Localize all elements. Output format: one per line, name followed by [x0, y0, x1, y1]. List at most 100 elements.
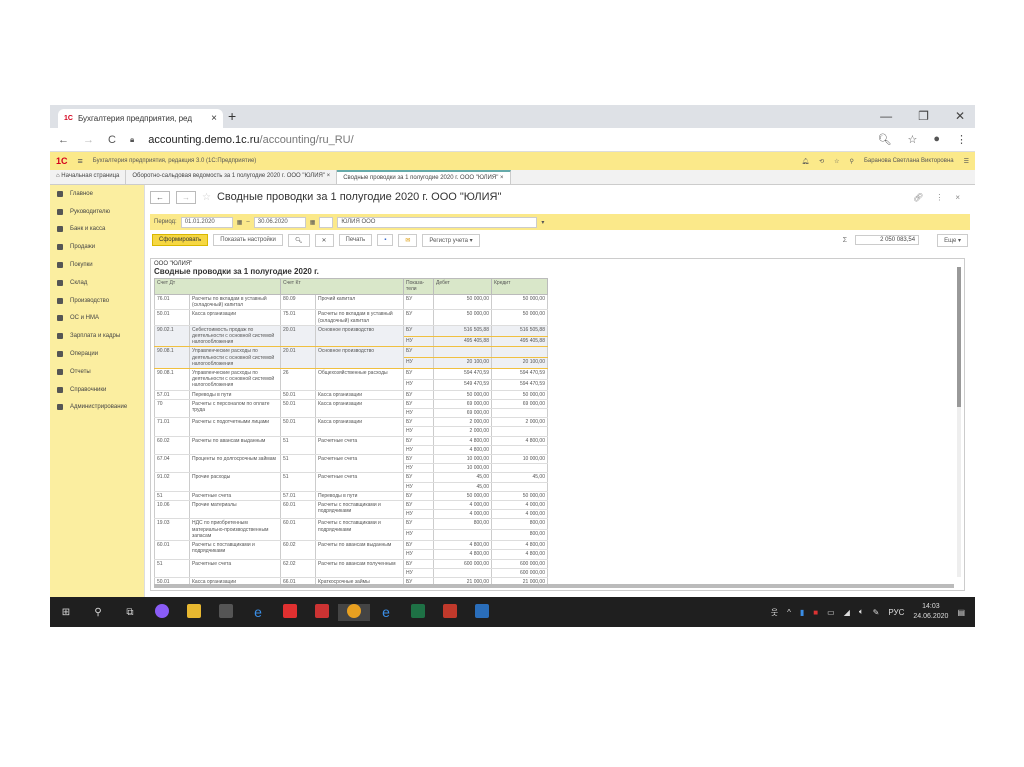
indicator-cell: НУ — [403, 379, 434, 391]
tab-svodnye-provodki[interactable]: Сводные проводки за 1 полугодие 2020 г. … — [337, 170, 511, 184]
register-dropdown[interactable]: Регистр учета ▾ — [422, 233, 480, 247]
sidebar-item[interactable]: Зарплата и кадры — [50, 327, 144, 345]
language-indicator[interactable]: РУС — [888, 608, 904, 617]
edge-icon[interactable]: e — [242, 604, 274, 620]
sidebar-item-label: Покупки — [70, 262, 93, 269]
vertical-scrollbar[interactable] — [957, 267, 961, 577]
date-from-input[interactable]: 01.01.2020 — [180, 216, 233, 228]
period-choice-button[interactable] — [319, 216, 334, 228]
sidebar-item[interactable]: ОС и НМА — [50, 310, 144, 328]
sidebar-item[interactable]: Справочники — [50, 381, 144, 399]
minimize-button[interactable]: — — [880, 109, 892, 123]
forward-icon[interactable]: → — [83, 134, 94, 146]
history-icon[interactable]: ⟲ — [819, 158, 824, 165]
hamburger-menu-icon[interactable]: ≡ — [78, 156, 83, 166]
favorites-star-icon[interactable]: ☆ — [834, 158, 839, 165]
sidebar-item[interactable]: Главное — [50, 185, 144, 203]
show-settings-button[interactable]: Показать настройки — [213, 234, 283, 246]
close-form-icon[interactable]: × — [955, 193, 960, 202]
profile-icon[interactable]: ● — [933, 133, 940, 146]
close-tab-icon[interactable]: × — [211, 113, 217, 124]
form-forward-button[interactable]: → — [176, 190, 196, 204]
bookmark-star-icon[interactable]: ☆ — [907, 133, 917, 146]
account-dt: 60.01 — [154, 540, 190, 560]
settings-menu-icon[interactable]: ☰ — [964, 158, 969, 165]
organization-input[interactable]: ЮЛИЯ ООО — [337, 216, 538, 228]
sidebar-item-label: Руководителю — [70, 208, 111, 215]
bell-icon[interactable]: 🔔︎ — [801, 158, 809, 165]
sidebar-item-label: Отчеты — [70, 368, 91, 375]
app-blue-icon[interactable] — [466, 603, 498, 621]
save-icon[interactable]: ▪ — [377, 234, 394, 246]
file-explorer-icon[interactable] — [178, 603, 210, 621]
sidebar-item[interactable]: Руководителю — [50, 203, 144, 221]
tab-osv[interactable]: Оборотно-сальдовая ведомость за 1 полуго… — [126, 170, 338, 184]
date-to-input[interactable]: 30.06.2020 — [253, 216, 306, 228]
search-icon[interactable]: ⚲ — [82, 607, 114, 618]
app-icon[interactable] — [146, 603, 178, 621]
indicator-cell: НУ — [403, 463, 434, 474]
section-icon — [57, 262, 63, 269]
task-view-icon[interactable]: ⧉ — [114, 607, 146, 618]
find-icon[interactable]: 🔍︎ — [287, 233, 310, 247]
sidebar-item[interactable]: Операции — [50, 345, 144, 363]
favorite-star-icon[interactable]: ☆ — [202, 192, 211, 203]
section-icon — [57, 226, 63, 233]
search-icon[interactable]: ⚲ — [850, 158, 854, 165]
pdf-icon[interactable] — [434, 603, 466, 621]
link-icon[interactable]: 🔗︎ — [913, 193, 923, 202]
sidebar-item[interactable]: Банк и касса — [50, 221, 144, 239]
clock[interactable]: 14:03 24.06.2020 — [913, 602, 948, 622]
ie-icon[interactable]: e — [370, 604, 402, 620]
bluetooth-icon[interactable]: ▮ — [800, 608, 804, 617]
sidebar-item[interactable]: Продажи — [50, 238, 144, 256]
chrome-icon[interactable] — [338, 603, 370, 621]
sidebar-item[interactable]: Администрирование — [50, 399, 144, 417]
sidebar-item[interactable]: Производство — [50, 292, 144, 310]
section-icon — [57, 190, 63, 197]
close-window-button[interactable]: ✕ — [955, 109, 965, 123]
calendar-icon[interactable]: ▦ — [237, 219, 243, 226]
store-icon[interactable] — [210, 603, 242, 621]
print-button[interactable]: Печать — [338, 234, 373, 246]
form-back-button[interactable]: ← — [150, 190, 170, 204]
browser-tab[interactable]: 1С Бухгалтерия предприятия, ред × — [58, 109, 223, 128]
calendar-icon[interactable]: ▦ — [310, 219, 316, 226]
dropdown-icon[interactable]: ▾ — [541, 219, 544, 226]
more-button[interactable]: Еще ▾ — [937, 233, 968, 247]
menu-kebab-icon[interactable]: ⋮ — [956, 133, 967, 146]
volume-icon[interactable]: 🔈︎ — [859, 607, 864, 617]
network-icon[interactable]: ◢ — [844, 608, 850, 617]
windows-start-icon[interactable]: ⊞ — [50, 607, 82, 618]
pen-icon[interactable]: ✎ — [873, 608, 880, 617]
zoom-icon[interactable]: 🔍︎ — [878, 133, 892, 146]
app-red-icon[interactable] — [306, 603, 338, 621]
generate-button[interactable]: Сформировать — [152, 234, 209, 246]
more-options-icon[interactable]: ⋮ — [935, 193, 943, 202]
excel-icon[interactable] — [402, 603, 434, 621]
horizontal-scrollbar[interactable] — [154, 584, 954, 588]
user-name[interactable]: Баранова Светлана Викторовна — [864, 158, 954, 164]
notifications-icon[interactable]: ▤ — [957, 608, 965, 617]
tray-chevron-icon[interactable]: ^ — [787, 608, 791, 617]
sidebar-item[interactable]: Склад — [50, 274, 144, 292]
account-dt-name: Расчеты с персоналом по оплате труда — [189, 399, 281, 419]
tab-home[interactable]: ⌂ Начальная страница — [50, 170, 127, 184]
antivirus-icon[interactable]: ■ — [813, 608, 818, 617]
new-tab-button[interactable]: + — [228, 108, 236, 124]
email-icon[interactable]: ✉ — [398, 233, 418, 247]
maximize-button[interactable]: ❐ — [918, 109, 929, 123]
sidebar-item-label: Администрирование — [70, 404, 128, 411]
back-icon[interactable]: ← — [58, 134, 69, 146]
account-dt: 90.02.1 — [154, 324, 190, 348]
credit-cell: 10 000,00 — [491, 454, 548, 465]
clear-find-icon[interactable]: ✕ — [314, 233, 334, 247]
sidebar-item[interactable]: Отчеты — [50, 363, 144, 381]
reload-icon[interactable]: C — [108, 134, 116, 146]
sidebar-item[interactable]: Покупки — [50, 256, 144, 274]
indicator-cell: НУ — [403, 568, 434, 578]
people-icon[interactable]: 웃 — [771, 607, 778, 618]
battery-icon[interactable]: ▭ — [827, 608, 835, 617]
url-input[interactable]: accounting.demo.1c.ru/accounting/ru_RU/ — [148, 134, 353, 146]
yandex-icon[interactable] — [274, 603, 306, 621]
